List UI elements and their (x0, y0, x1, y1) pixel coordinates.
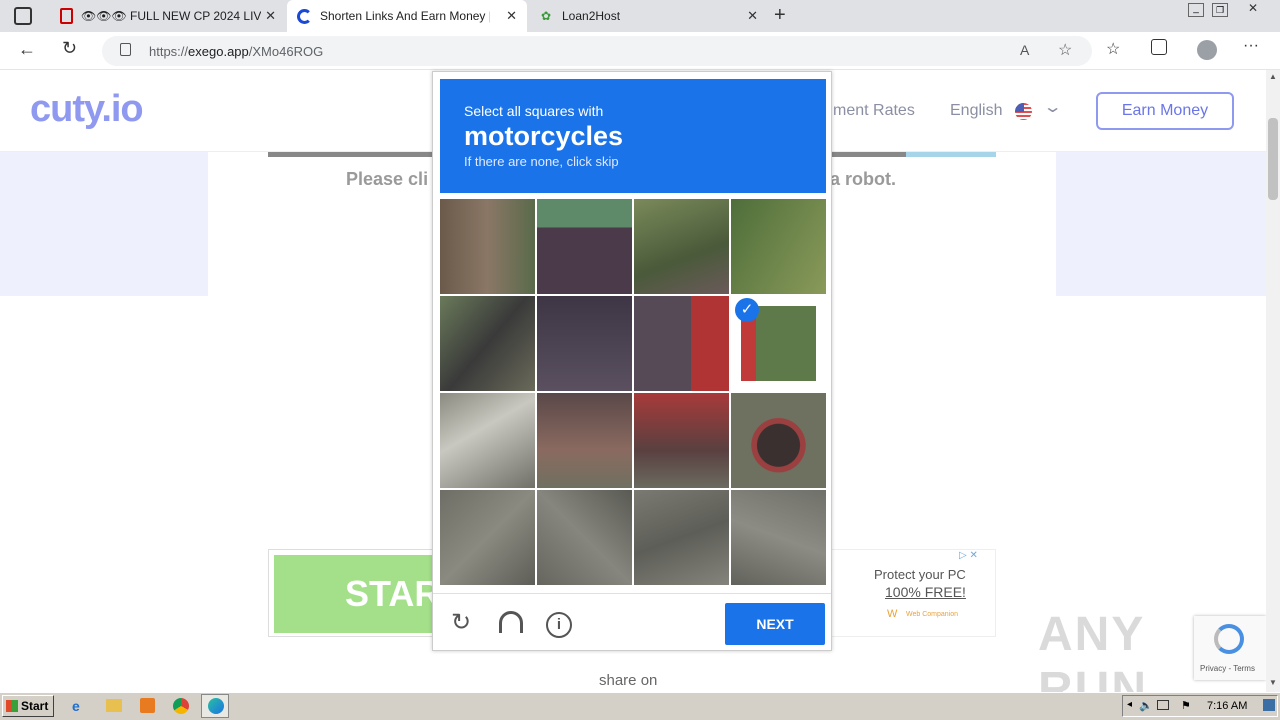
url-text: https://exego.app/XMo46ROG (149, 44, 324, 59)
captcha-tile[interactable] (537, 393, 632, 488)
captcha-tile[interactable] (731, 393, 826, 488)
minimize-icon[interactable]: _ (1188, 3, 1204, 17)
captcha-tile[interactable] (440, 393, 535, 488)
captcha-tile[interactable] (537, 296, 632, 391)
reload-icon[interactable]: ↻ (451, 608, 471, 637)
start-label: STAR (345, 573, 441, 614)
tab-cp[interactable]: 👁👁👁 FULL NEW CP 2024 LIVES ✕ (50, 0, 286, 32)
close-icon[interactable]: ✕ (747, 8, 758, 24)
tab-loan2host[interactable]: ✿ Loan2Host ✕ (528, 0, 768, 32)
tray-chevron-icon[interactable]: ◂ (1127, 699, 1132, 710)
close-icon[interactable]: ✕ (265, 8, 276, 24)
captcha-tile[interactable] (440, 296, 535, 391)
site-logo[interactable]: cuty.io (30, 88, 144, 131)
page-scrollbar[interactable]: ▲ ▼ (1266, 70, 1280, 692)
captcha-tile[interactable] (440, 199, 535, 294)
please-text-left: Please cli (346, 169, 429, 189)
tab-title: 👁👁👁 FULL NEW CP 2024 LIVES (81, 9, 261, 23)
recaptcha-badge[interactable]: Privacy - Terms (1194, 616, 1266, 680)
windows-logo-icon (6, 700, 18, 712)
captcha-tile[interactable] (634, 393, 729, 488)
clock[interactable]: 7:16 AM (1207, 700, 1247, 712)
favorites-icon[interactable]: ☆ (1106, 39, 1120, 59)
explorer-icon[interactable] (106, 699, 122, 712)
pdf-icon (60, 8, 73, 24)
tab-title: Shorten Links And Earn Money | c (320, 9, 490, 23)
next-button[interactable]: NEXT (725, 603, 825, 645)
checkmark-icon: ✓ (735, 298, 759, 322)
edge-icon (208, 698, 224, 714)
network-icon[interactable] (1157, 700, 1169, 710)
nav-language[interactable]: English (950, 102, 1002, 120)
scroll-down-icon[interactable]: ▼ (1269, 678, 1277, 687)
captcha-instruction: Select all squares with (464, 103, 604, 119)
loan2host-icon: ✿ (540, 9, 552, 23)
browser-toolbar: ← ↻ https://exego.app/XMo46ROG A ☆ ☆ ··· (0, 32, 1280, 70)
us-flag-icon (1015, 103, 1032, 120)
close-window-icon[interactable]: ✕ (1238, 1, 1268, 17)
restore-icon[interactable]: ❐ (1212, 3, 1228, 17)
recaptcha-logo-icon (1214, 624, 1244, 654)
ie-icon[interactable]: e (72, 698, 80, 714)
close-icon[interactable]: ✕ (506, 8, 517, 24)
captcha-tile[interactable] (537, 199, 632, 294)
chrome-icon[interactable] (173, 698, 189, 714)
address-bar[interactable]: https://exego.app/XMo46ROG A ☆ (102, 36, 1092, 66)
read-aloud-icon[interactable]: A (1020, 42, 1029, 58)
captcha-header: Select all squares with motorcycles If t… (440, 79, 826, 193)
show-desktop-icon[interactable] (1263, 699, 1275, 711)
ad-brand: Web Companion (906, 611, 959, 618)
system-tray: ◂ 🔈 ⚑ 7:16 AM (1122, 695, 1278, 717)
tab-title: Loan2Host (562, 9, 621, 23)
new-tab-icon[interactable]: + (774, 4, 786, 27)
captcha-grid: ✓ (440, 199, 826, 585)
progress-fill (906, 152, 996, 157)
captcha-tile[interactable] (634, 296, 729, 391)
protect-ad[interactable]: ▷ ✕ Protect your PC 100% FREE! W Web Com… (830, 549, 996, 637)
captcha-tile[interactable] (440, 490, 535, 585)
start-menu-button[interactable]: Start (2, 695, 54, 717)
windows-taskbar: Start e ◂ 🔈 ⚑ 7:16 AM (0, 692, 1280, 720)
scroll-thumb[interactable] (1268, 118, 1278, 200)
flag-icon[interactable]: ⚑ (1181, 699, 1191, 712)
ad-choices-icon[interactable]: ▷ ✕ (959, 550, 995, 564)
media-player-icon[interactable] (140, 698, 155, 713)
chevron-down-icon[interactable]: ⌄ (1043, 97, 1063, 117)
more-menu-icon[interactable]: ··· (1243, 37, 1259, 55)
earn-money-button[interactable]: Earn Money (1096, 92, 1234, 130)
back-icon[interactable]: ← (18, 39, 36, 60)
browser-tabbar: 👁👁👁 FULL NEW CP 2024 LIVES ✕ Shorten Lin… (0, 0, 1280, 32)
share-on-text: share on (599, 672, 658, 689)
captcha-skip-hint: If there are none, click skip (464, 154, 619, 169)
ad-line1: Protect your PC (874, 567, 966, 582)
profile-avatar[interactable] (1197, 40, 1217, 60)
captcha-tile[interactable] (731, 490, 826, 585)
captcha-tile[interactable] (537, 490, 632, 585)
captcha-tile[interactable] (634, 199, 729, 294)
scroll-up-icon[interactable]: ▲ (1269, 72, 1277, 81)
add-favorite-icon[interactable]: ☆ (1058, 40, 1072, 60)
edge-taskbar-icon[interactable] (201, 694, 229, 718)
ad-brand-icon: W (887, 608, 898, 620)
cuty-icon (297, 8, 312, 24)
captcha-tile[interactable] (634, 490, 729, 585)
captcha-tile-selected[interactable]: ✓ (731, 296, 826, 391)
captcha-challenge: Select all squares with motorcycles If t… (432, 71, 832, 651)
captcha-target: motorcycles (464, 121, 624, 151)
collections-icon[interactable] (1151, 39, 1167, 55)
volume-icon[interactable]: 🔈 (1139, 699, 1153, 712)
lock-icon[interactable] (120, 43, 131, 56)
refresh-icon[interactable]: ↻ (62, 38, 77, 59)
headphones-icon[interactable] (499, 611, 523, 633)
tab-cuty[interactable]: Shorten Links And Earn Money | c ✕ (287, 0, 527, 32)
info-icon[interactable]: i (546, 612, 572, 638)
captcha-tile[interactable] (731, 199, 826, 294)
start-ad: STAR (268, 549, 440, 637)
ad-line2: 100% FREE! (885, 584, 966, 600)
captcha-footer: ↻ i NEXT (433, 593, 831, 651)
tab-actions-icon[interactable] (14, 7, 32, 25)
recaptcha-footer[interactable]: Privacy - Terms (1200, 664, 1255, 673)
nav-payment-rates[interactable]: ment Rates (833, 102, 915, 120)
